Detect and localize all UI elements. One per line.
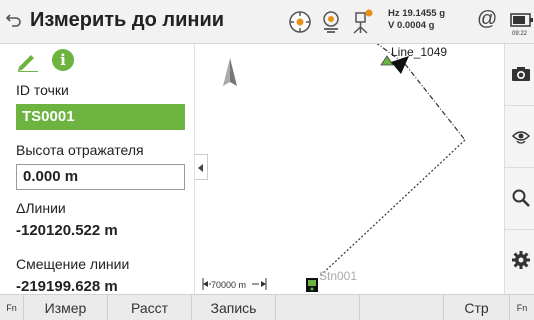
target-prism-icon[interactable] bbox=[287, 9, 313, 35]
page-button[interactable]: Стр bbox=[444, 295, 510, 320]
delta-line-label: ΔЛинии bbox=[16, 200, 66, 216]
page-title: Измерить до линии bbox=[30, 9, 225, 31]
record-button[interactable]: Запись bbox=[192, 295, 276, 320]
line-name-label: Line_1049 bbox=[391, 45, 447, 59]
pencil-icon[interactable] bbox=[16, 50, 40, 72]
station-name-label: Stn001 bbox=[319, 269, 357, 283]
point-id-label: ID точки bbox=[16, 82, 69, 98]
measurement-panel: i ID точки TS0001 Высота отражателя 0.00… bbox=[0, 44, 194, 294]
map-view[interactable]: Line_1049 Stn001 70000 m bbox=[194, 44, 504, 294]
camera-icon bbox=[512, 67, 530, 81]
back-arrow-icon[interactable] bbox=[6, 12, 22, 30]
line-offset-label: Смещение линии bbox=[16, 256, 130, 272]
reflector-height-field[interactable]: 0.000 m bbox=[16, 164, 185, 190]
search-button[interactable] bbox=[505, 168, 534, 230]
map-toolbar bbox=[504, 44, 534, 294]
gear-icon bbox=[512, 251, 530, 269]
fn-left-button[interactable]: Fn bbox=[0, 295, 24, 320]
reflector-height-label: Высота отражателя bbox=[16, 142, 144, 158]
angle-readout: Hz 19.1455 g V 0.0004 g bbox=[388, 8, 445, 32]
eye-refresh-icon bbox=[511, 131, 531, 144]
search-icon bbox=[512, 189, 530, 207]
stakeout-line bbox=[319, 44, 466, 277]
info-icon[interactable]: i bbox=[52, 49, 74, 71]
scale-bar: 70000 m bbox=[202, 278, 267, 290]
camera-button[interactable] bbox=[505, 44, 534, 106]
v-angle: V 0.0004 g bbox=[388, 20, 435, 31]
softkey-empty-2[interactable] bbox=[360, 295, 444, 320]
softkey-bar: Fn Измер Расст Запись Стр Fn bbox=[0, 294, 534, 320]
point-id-field[interactable]: TS0001 bbox=[16, 104, 185, 130]
instrument-station-icon[interactable] bbox=[306, 278, 318, 292]
softkey-empty-1[interactable] bbox=[276, 295, 360, 320]
north-arrow-icon bbox=[223, 58, 237, 86]
battery-icon bbox=[510, 13, 533, 27]
settings-button[interactable] bbox=[505, 230, 534, 292]
scale-label: 70000 m bbox=[211, 280, 246, 290]
fn-right-button[interactable]: Fn bbox=[510, 295, 534, 320]
line-offset-value: -219199.628 m bbox=[16, 278, 118, 294]
distance-button[interactable]: Расст bbox=[108, 295, 192, 320]
delta-line-value: -120120.522 m bbox=[16, 222, 118, 239]
view-refresh-button[interactable] bbox=[505, 106, 534, 168]
measure-button[interactable]: Измер bbox=[24, 295, 108, 320]
clock-time: 09:22 bbox=[512, 31, 528, 37]
hz-angle: Hz 19.1455 g bbox=[388, 8, 446, 19]
title-bar: Измерить до линии Hz 19.1455 g V 0.0004 … bbox=[0, 0, 534, 44]
at-icon[interactable]: @ bbox=[477, 8, 497, 31]
instrument-status-icon[interactable] bbox=[348, 9, 374, 35]
reflector-icon[interactable] bbox=[318, 9, 344, 35]
